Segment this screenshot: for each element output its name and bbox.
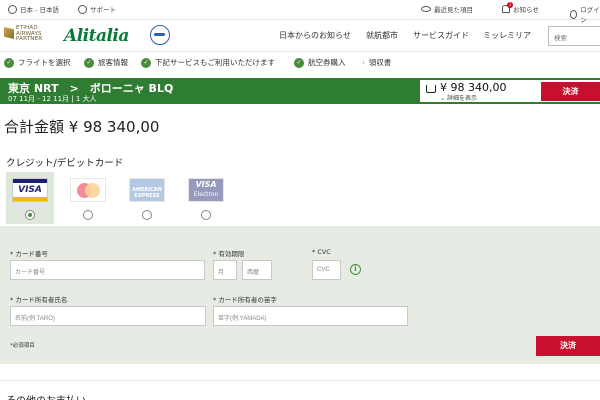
total-amount: 合計金額 ¥ 98 340,00 (4, 118, 160, 136)
booking-progress: ✓ フライトを選択 ✓ 旅客情報 ✓ 下記サービスもご利用いただけます ✓ 航空… (0, 55, 600, 71)
itinerary-summary-bar: 東京 NRT > ボローニャ BLQ 07 11月 - 12 11月 | 1 大… (0, 78, 600, 104)
mastercard-logo (70, 178, 106, 202)
alitalia-logo[interactable]: Alitalia (64, 26, 129, 46)
expiry-month-input[interactable]: 月 (213, 260, 237, 280)
expiry-year-input[interactable]: 西暦 (242, 260, 272, 280)
help-icon (78, 4, 87, 14)
cvc-label: * CVC (312, 248, 331, 256)
card-number-input[interactable]: カード番号 (10, 260, 205, 280)
etihad-partner-logo: ETIHAD AIRWAYS PARTNER (4, 24, 52, 46)
show-details-label: 詳細を表示 (446, 95, 477, 102)
check-icon: ✓ (294, 57, 304, 68)
show-details-link[interactable]: ⌄ 詳細を表示 (440, 93, 477, 102)
card-option-visa-electron[interactable]: VISA Electron (182, 172, 230, 224)
globe-icon (8, 4, 17, 14)
step-label: 下記サービスもご利用いただけます (155, 58, 275, 67)
recent-label: 最近見た項目 (434, 6, 473, 14)
nav-service-guide[interactable]: サービスガイド (413, 30, 469, 41)
step-label: フライトを選択 (18, 58, 71, 67)
step-label: 航空券購入 (308, 58, 346, 67)
step-label: 領収書 (368, 58, 392, 67)
step-label: 旅客情報 (98, 58, 128, 67)
main-header: ETIHAD AIRWAYS PARTNER Alitalia 日本からのお知ら… (0, 20, 600, 52)
form-pay-button[interactable]: 決済 (536, 336, 600, 356)
step-passenger-info[interactable]: ✓ 旅客情報 (84, 57, 128, 68)
section-divider (0, 380, 600, 381)
card-radio-mastercard[interactable] (83, 210, 93, 220)
cart-icon (426, 85, 436, 93)
holder-surname-label: * カード所有者の苗字 (213, 296, 277, 304)
card-form-panel (0, 226, 600, 364)
check-icon: ✓ (84, 57, 94, 68)
user-icon (570, 9, 578, 19)
nav-news[interactable]: 日本からのお知らせ (279, 30, 351, 41)
step-purchase: ✓ 航空券購入 (294, 57, 346, 68)
recent-items-link[interactable]: 最近見た項目 (421, 4, 473, 14)
notification-badge: 1 (507, 2, 513, 8)
visa-logo: VISA (12, 178, 48, 202)
language-label: 日本 - 日本語 (20, 6, 59, 14)
notifications-label: お知らせ (513, 6, 539, 14)
card-option-amex[interactable]: AMERICAN EXPRESS (123, 172, 171, 224)
amex-logo: AMERICAN EXPRESS (129, 178, 165, 202)
card-option-mastercard[interactable] (64, 172, 112, 224)
payment-section-title: クレジット/デビットカード (6, 158, 124, 169)
summary-pay-button[interactable]: 決済 (541, 82, 600, 101)
search-input[interactable]: 検索 (548, 26, 600, 46)
language-selector[interactable]: 日本 - 日本語 (8, 4, 59, 14)
notifications-link[interactable]: 1 お知らせ (502, 2, 539, 14)
step-extra-services[interactable]: ✓ 下記サービスもご利用いただけます (141, 57, 275, 68)
visa-logo-text: VISA (18, 185, 42, 195)
eye-icon (421, 6, 431, 12)
card-radio-visa[interactable] (25, 210, 35, 220)
amex-logo-text: AMERICAN EXPRESS (132, 187, 162, 199)
step-receipt: › 領収書 (362, 57, 391, 68)
cvc-input[interactable]: CVC (312, 260, 341, 280)
holder-name-input[interactable]: 名前(例:TARO) (10, 306, 206, 326)
holder-surname-input[interactable]: 苗字(例:YAMADA) (213, 306, 408, 326)
dates-text: 07 11月 - 12 11月 | 1 大人 (8, 95, 97, 103)
required-note: *必須項目 (10, 343, 35, 349)
step-select-flight[interactable]: ✓ フライトを選択 (4, 57, 71, 68)
card-radio-visa-electron[interactable] (201, 210, 211, 220)
bell-icon: 1 (502, 2, 513, 13)
skyteam-logo-icon (150, 25, 170, 45)
check-icon: ✓ (4, 57, 14, 68)
card-number-label: * カード番号 (10, 250, 48, 258)
other-payment-title: その他のお支払い (6, 392, 86, 400)
nav-destinations[interactable]: 就航都市 (366, 30, 398, 41)
nav-millemiglia[interactable]: ミッレミリア (483, 30, 531, 41)
etihad-logo-text: ETIHAD AIRWAYS PARTNER (16, 25, 43, 42)
etihad-mark-icon (4, 27, 14, 39)
expiry-label: * 有効期限 (213, 250, 245, 258)
chevron-right-icon: › (362, 58, 365, 67)
card-option-visa[interactable]: VISA (6, 172, 54, 224)
support-link[interactable]: サポート (78, 4, 116, 14)
support-label: サポート (90, 6, 116, 14)
check-icon: ✓ (141, 57, 151, 68)
top-utility-bar: 日本 - 日本語 サポート 最近見た項目 1 お知らせ ログイン (0, 0, 600, 24)
holder-name-label: * カード所有者氏名 (10, 296, 68, 304)
info-icon[interactable]: i (350, 264, 361, 275)
card-radio-amex[interactable] (142, 210, 152, 220)
visa-electron-logo: VISA Electron (188, 178, 224, 202)
